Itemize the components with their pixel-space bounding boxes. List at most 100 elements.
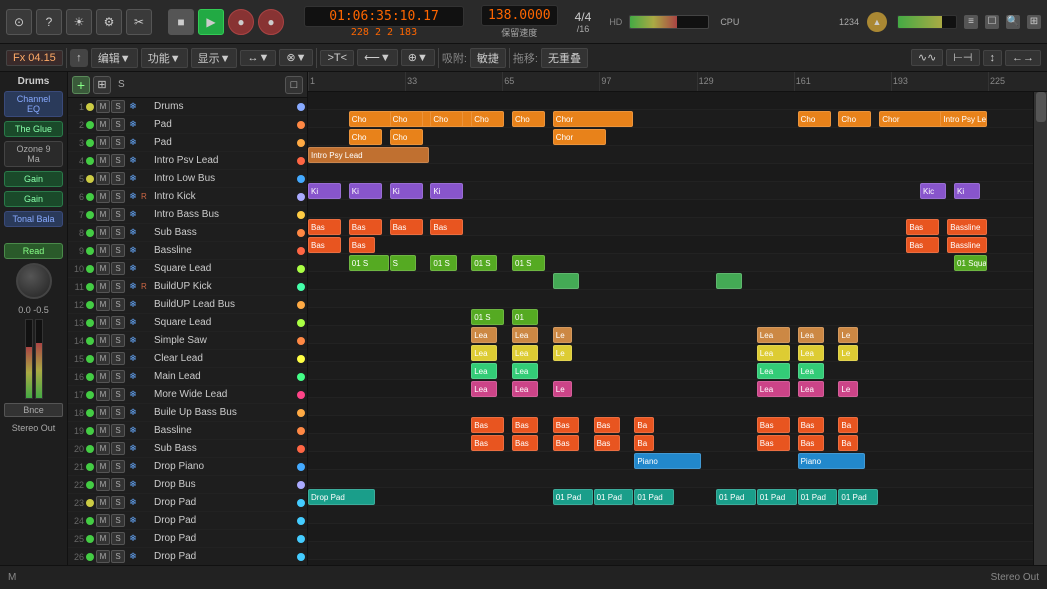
clip-track[interactable]	[308, 272, 1047, 290]
playhead-btn[interactable]: >T<	[320, 50, 354, 66]
clip-track[interactable]: LeaLeaLeaLea	[308, 362, 1047, 380]
solo-button[interactable]: S	[111, 334, 125, 347]
clip-track[interactable]	[308, 200, 1047, 218]
clip[interactable]: Lea	[512, 381, 538, 397]
clip-track[interactable]	[308, 506, 1047, 524]
mute-button[interactable]: M	[96, 244, 110, 257]
track-row[interactable]: 12MS❄BuildUP Lead Bus	[68, 296, 307, 314]
clip-track[interactable]: ChoChoChor	[308, 128, 1047, 146]
clip[interactable]: Bas	[390, 219, 423, 235]
clip[interactable]: Lea	[471, 327, 497, 343]
clip[interactable]: Bassline	[947, 219, 987, 235]
solo-button[interactable]: S	[111, 100, 125, 113]
clip[interactable]: 01 Pad	[798, 489, 838, 505]
clip[interactable]: Cho	[838, 111, 871, 127]
clip[interactable]: Ki	[954, 183, 980, 199]
clip[interactable]: Bassline	[947, 237, 987, 253]
record-button[interactable]: ●	[228, 9, 254, 35]
checkbox-icon[interactable]: ☐	[985, 15, 999, 29]
timeline-area[interactable]: 1336597129161193225 ChoChoChoChoChoChorC…	[308, 72, 1047, 565]
clip[interactable]: Lea	[798, 381, 824, 397]
settings-button[interactable]: ⚙	[96, 9, 122, 35]
solo-button[interactable]: S	[111, 208, 125, 221]
clip[interactable]: Cho	[798, 111, 831, 127]
solo-button[interactable]: S	[111, 442, 125, 455]
track-row[interactable]: 26MS❄Drop Pad	[68, 548, 307, 565]
solo-button[interactable]: S	[111, 154, 125, 167]
solo-button[interactable]: S	[111, 244, 125, 257]
track-options-button[interactable]: ⊞	[93, 76, 111, 94]
collapse-btn[interactable]: ↑	[70, 49, 88, 67]
clip[interactable]: Ki	[308, 183, 341, 199]
record2-button[interactable]: ●	[258, 9, 284, 35]
clip[interactable]: Lea	[757, 327, 790, 343]
channel-eq-slot[interactable]: Channel EQ	[4, 91, 63, 117]
clip[interactable]: 01 S	[349, 255, 389, 271]
volume-knob[interactable]	[16, 263, 52, 299]
clip[interactable]: Le	[553, 345, 572, 361]
clip-track[interactable]	[308, 524, 1047, 542]
clip[interactable]: 01 Pad	[553, 489, 593, 505]
mute-button[interactable]: M	[96, 100, 110, 113]
mute-button[interactable]: M	[96, 460, 110, 473]
mute-button[interactable]: M	[96, 406, 110, 419]
zoom-in-btn[interactable]: ⊢⊣	[946, 49, 979, 66]
clip[interactable]	[553, 273, 579, 289]
track-height-btn[interactable]: ↕	[983, 50, 1003, 66]
help-button[interactable]: ?	[36, 9, 62, 35]
clip-track[interactable]	[308, 92, 1047, 110]
mute-button[interactable]: M	[96, 532, 110, 545]
clip[interactable]: Lea	[757, 381, 790, 397]
clip[interactable]: Ki	[430, 183, 463, 199]
clip[interactable]: Bas	[430, 219, 463, 235]
clip[interactable]: Cho	[390, 129, 423, 145]
mute-button[interactable]: M	[96, 496, 110, 509]
tools-menu[interactable]: ⊕▼	[401, 49, 435, 66]
stop-button[interactable]: ■	[168, 9, 194, 35]
track-row[interactable]: 4MS❄Intro Psv Lead	[68, 152, 307, 170]
solo-button[interactable]: S	[111, 370, 125, 383]
clip[interactable]: Bas	[798, 435, 824, 451]
clip[interactable]: Cho	[512, 111, 545, 127]
clip[interactable]: Lea	[757, 345, 790, 361]
clip[interactable]: 01 S	[471, 255, 497, 271]
clip[interactable]: Lea	[512, 363, 538, 379]
clip[interactable]: 01 S	[430, 255, 456, 271]
track-row[interactable]: 16MS❄Main Lead	[68, 368, 307, 386]
clip-track[interactable]: Intro Psy Lead	[308, 146, 1047, 164]
clip[interactable]: Lea	[798, 345, 824, 361]
clip[interactable]: Ki	[349, 183, 382, 199]
time-sig-display[interactable]: 4/4	[575, 10, 592, 24]
clip[interactable]: Ba	[838, 417, 857, 433]
snap-mode[interactable]: 敏捷	[470, 48, 506, 68]
clip[interactable]: Cho	[349, 129, 382, 145]
clip[interactable]: Ba	[634, 417, 653, 433]
solo-button[interactable]: S	[111, 424, 125, 437]
clip[interactable]: Lea	[757, 363, 790, 379]
misc-menu[interactable]: ⊗▼	[279, 49, 313, 66]
mute-button[interactable]: M	[96, 136, 110, 149]
clip[interactable]: Bas	[906, 219, 939, 235]
track-row[interactable]: 15MS❄Clear Lead	[68, 350, 307, 368]
clip-track[interactable]: PianoPiano	[308, 452, 1047, 470]
track-row[interactable]: 17MS❄More Wide Lead	[68, 386, 307, 404]
gain1-slot[interactable]: Gain	[4, 171, 63, 187]
zoom-menu[interactable]: ↔▼	[240, 50, 276, 66]
clip[interactable]: S	[390, 255, 416, 271]
track-row[interactable]: 6MS❄RIntro Kick	[68, 188, 307, 206]
mute-button[interactable]: M	[96, 226, 110, 239]
clip[interactable]: Ki	[390, 183, 423, 199]
clip-track[interactable]	[308, 290, 1047, 308]
clip-track[interactable]	[308, 398, 1047, 416]
clip-track[interactable]: LeaLeaLeLeaLeaLe	[308, 380, 1047, 398]
track-row[interactable]: 21MS❄Drop Piano	[68, 458, 307, 476]
track-row[interactable]: 3MS❄Pad	[68, 134, 307, 152]
clip-track[interactable]: LeaLeaLeLeaLeaLe	[308, 344, 1047, 362]
clip-track[interactable]: BasBasBasBasBasBassline	[308, 218, 1047, 236]
clip[interactable]: Bas	[798, 417, 824, 433]
clip[interactable]: Bas	[906, 237, 939, 253]
mute-button[interactable]: M	[96, 514, 110, 527]
clip[interactable]: Bas	[757, 417, 790, 433]
clip[interactable]: Lea	[798, 327, 824, 343]
clip[interactable]: Cho	[471, 111, 504, 127]
